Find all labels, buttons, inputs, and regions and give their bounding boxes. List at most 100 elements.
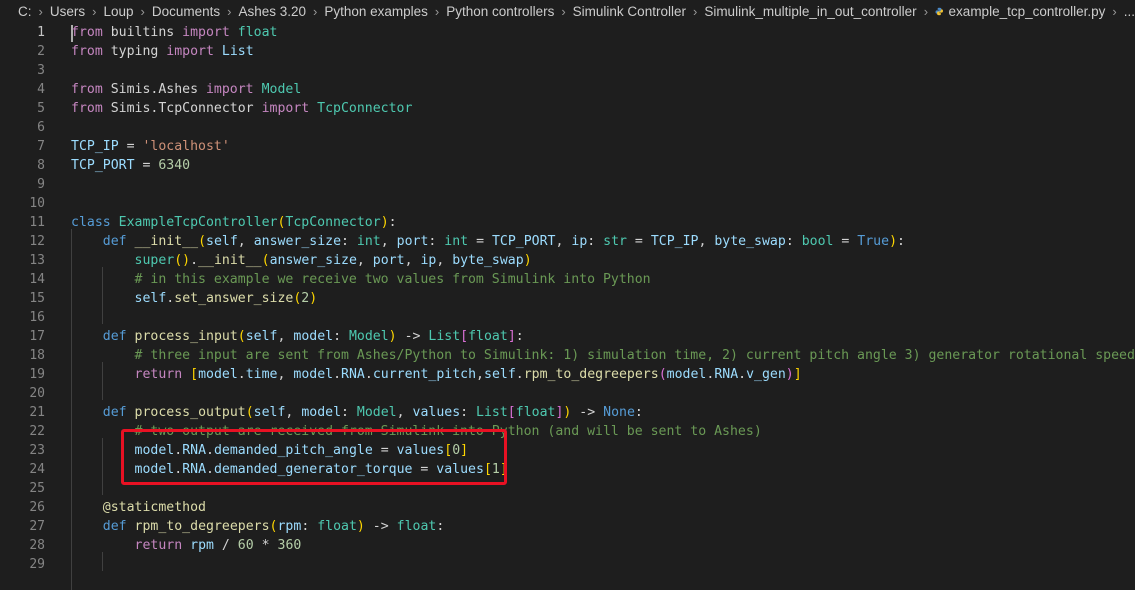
code-line[interactable]: 27 def rpm_to_degreepers(rpm: float) -> … xyxy=(0,517,1135,536)
code-text: def rpm_to_degreepers(rpm: float) -> flo… xyxy=(71,517,445,536)
code-line[interactable]: 11 class ExampleTcpController(TcpConnecto… xyxy=(0,213,1135,232)
code-line[interactable]: 19 return [model.time, model.RNA.current… xyxy=(0,365,1135,384)
code-token: , xyxy=(476,367,484,382)
code-token: current_pitch xyxy=(372,367,477,382)
code-token: # in this example we receive two values … xyxy=(134,272,651,287)
code-line[interactable]: 25 xyxy=(0,479,1135,498)
code-line[interactable]: 3 xyxy=(0,61,1135,80)
code-token: # two output are received from Simulink … xyxy=(134,424,762,439)
line-number: 20 xyxy=(29,386,45,401)
code-token: 1 xyxy=(491,462,500,477)
code-token: , xyxy=(237,234,254,249)
code-line[interactable]: 28 return rpm / 60 * 360 xyxy=(0,536,1135,555)
breadcrumb-item[interactable]: C: xyxy=(18,4,32,19)
breadcrumb-file[interactable]: example_tcp_controller.py xyxy=(949,4,1106,19)
code-token: RNA xyxy=(714,367,739,382)
code-line[interactable]: 8 TCP_PORT = 6340 xyxy=(0,156,1135,175)
code-line[interactable]: 9 xyxy=(0,175,1135,194)
code-line[interactable]: 4 from Simis.Ashes import Model xyxy=(0,80,1135,99)
code-line[interactable]: 1 from builtins import float xyxy=(0,23,1135,42)
breadcrumb-item[interactable]: Python controllers xyxy=(446,4,554,19)
code-token: bool xyxy=(801,234,834,249)
code-token: from xyxy=(71,82,103,97)
code-token: [ xyxy=(483,462,492,477)
code-line[interactable]: 24 model.RNA.demanded_generator_torque =… xyxy=(0,460,1135,479)
code-token: ) xyxy=(388,329,397,344)
code-line[interactable]: 12 def __init__(self, answer_size: int, … xyxy=(0,232,1135,251)
code-text: from builtins import float xyxy=(71,23,277,42)
breadcrumb-item[interactable]: Users xyxy=(50,4,85,19)
code-line[interactable]: 14 # in this example we receive two valu… xyxy=(0,270,1135,289)
code-token: from xyxy=(71,25,103,40)
line-number: 26 xyxy=(29,500,45,515)
code-line[interactable]: 10 xyxy=(0,194,1135,213)
code-token: demanded_pitch_angle xyxy=(213,443,373,458)
chevron-right-icon: › xyxy=(227,3,232,19)
breadcrumb-item[interactable]: Simulink_multiple_in_out_controller xyxy=(704,4,916,19)
code-token: answer_size xyxy=(269,253,357,268)
code-line[interactable]: 22 # two output are received from Simuli… xyxy=(0,422,1135,441)
code-token: ] xyxy=(507,329,516,344)
code-line[interactable]: 29 xyxy=(0,555,1135,574)
code-token: -> xyxy=(396,329,429,344)
code-token: @staticmethod xyxy=(102,500,206,515)
code-token: ) xyxy=(309,291,318,306)
line-number: 7 xyxy=(37,139,45,154)
code-token: __init__ xyxy=(198,253,262,268)
line-number: 22 xyxy=(29,424,45,439)
code-token: : xyxy=(436,519,445,534)
code-text: def process_output(self, model: Model, v… xyxy=(71,403,643,422)
code-editor[interactable]: 1 from builtins import float 2 from typing … xyxy=(0,22,1135,590)
code-token: byte_swap xyxy=(452,253,524,268)
line-number: 2 xyxy=(37,44,45,59)
line-number: 5 xyxy=(37,101,45,116)
code-token: () xyxy=(174,253,191,268)
code-line[interactable]: 20 xyxy=(0,384,1135,403)
code-text: from Simis.TcpConnector import TcpConnec… xyxy=(71,99,412,118)
code-token: : xyxy=(341,405,357,420)
code-line[interactable]: 6 xyxy=(0,118,1135,137)
breadcrumb-more[interactable]: ... xyxy=(1124,4,1135,19)
line-number: 1 xyxy=(37,25,45,40)
code-token: ( xyxy=(658,367,667,382)
code-token: , xyxy=(436,253,453,268)
code-token: [ xyxy=(460,329,469,344)
code-token: True xyxy=(857,234,890,249)
breadcrumb-item[interactable]: Ashes 3.20 xyxy=(238,4,306,19)
code-line[interactable]: 16 xyxy=(0,308,1135,327)
code-line[interactable]: 13 super().__init__(answer_size, port, i… xyxy=(0,251,1135,270)
code-token: __init__ xyxy=(134,234,199,249)
code-token: int xyxy=(444,234,469,249)
code-line[interactable]: 21 def process_output(self, model: Model… xyxy=(0,403,1135,422)
breadcrumb-item[interactable]: Documents xyxy=(152,4,220,19)
code-token: , xyxy=(698,234,715,249)
code-line[interactable]: 23 model.RNA.demanded_pitch_angle = valu… xyxy=(0,441,1135,460)
code-line[interactable]: 2 from typing import List xyxy=(0,42,1135,61)
code-token: rpm xyxy=(277,519,302,534)
code-line[interactable]: 5 from Simis.TcpConnector import TcpConne… xyxy=(0,99,1135,118)
code-line[interactable]: 7 TCP_IP = 'localhost' xyxy=(0,137,1135,156)
code-line[interactable]: 15 self.set_answer_size(2) xyxy=(0,289,1135,308)
code-line[interactable]: 18 # three input are sent from Ashes/Pyt… xyxy=(0,346,1135,365)
code-line[interactable]: 17 def process_input(self, model: Model)… xyxy=(0,327,1135,346)
breadcrumb-item[interactable]: Simulink Controller xyxy=(573,4,686,19)
line-number: 13 xyxy=(29,253,45,268)
code-token: super xyxy=(134,253,175,268)
breadcrumb-item[interactable]: Loup xyxy=(103,4,133,19)
line-number: 27 xyxy=(29,519,45,534)
code-token: def xyxy=(102,519,127,534)
code-text: from Simis.Ashes import Model xyxy=(71,80,301,99)
breadcrumb-item[interactable]: Python examples xyxy=(324,4,428,19)
code-token: float xyxy=(317,519,357,534)
code-token: . xyxy=(738,367,747,382)
code-token: self xyxy=(484,367,516,382)
code-token: import xyxy=(261,101,310,116)
line-number: 29 xyxy=(29,557,45,572)
line-number: 24 xyxy=(29,462,45,477)
code-text: def process_input(self, model: Model) ->… xyxy=(71,327,524,346)
code-token: def xyxy=(102,405,127,420)
code-line[interactable]: 26 @staticmethod xyxy=(0,498,1135,517)
